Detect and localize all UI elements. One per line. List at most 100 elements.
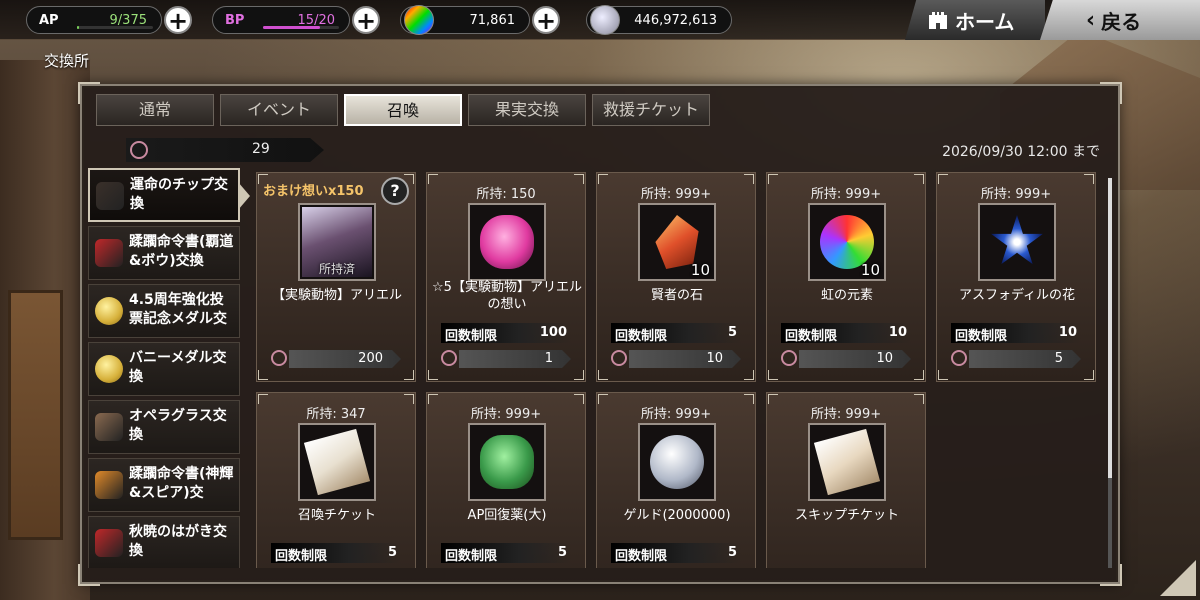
sidebar-item-fate-chip[interactable]: 運命のチップ交換	[88, 168, 240, 222]
item-quantity: 10	[690, 261, 710, 279]
scroll-red-icon	[95, 239, 123, 267]
item-frame	[808, 423, 886, 501]
exchange-item-card[interactable]: 所持: 150 ☆5【実験動物】アリエルの想い 回数制限 100 1	[426, 172, 586, 382]
medal-icon	[95, 297, 123, 325]
item-frame	[638, 423, 716, 501]
owned-count: 所持: 999+	[810, 187, 882, 202]
pink-gem-icon	[480, 215, 534, 269]
limit-label: 回数制限	[445, 329, 498, 344]
item-name: AP回復薬(大)	[467, 508, 547, 523]
sidebar-item-bunny-medal[interactable]: バニーメダル交換	[88, 342, 240, 396]
ap-meter: AP 9/375	[26, 6, 162, 34]
currency-count: 29	[252, 141, 270, 157]
limit-value: 5	[557, 545, 567, 560]
exchange-item-card[interactable]: 所持: 999+ 10 虹の元素 回数制限 10 10	[766, 172, 926, 382]
item-name: スキップチケット	[794, 508, 899, 523]
exchange-item-card[interactable]: おまけ想いx150 ? 所持済 【実験動物】アリエル 200	[256, 172, 416, 382]
cost-value: 10	[876, 351, 893, 366]
silver-coin-icon	[650, 435, 704, 489]
owned-count: 所持: 999+	[810, 407, 882, 422]
owned-tag: 所持済	[318, 262, 355, 276]
sidebar-item-order-bow[interactable]: 蹂躙命令書(覇道&ボウ)交換	[88, 226, 240, 280]
help-button[interactable]: ?	[381, 177, 409, 205]
cost-value: 10	[706, 351, 723, 366]
tab-normal[interactable]: 通常	[96, 94, 214, 126]
item-frame	[298, 423, 376, 501]
exchange-item-card[interactable]: 所持: 347 召喚チケット 回数制限 5	[256, 392, 416, 568]
scroll-thumb[interactable]	[1108, 178, 1112, 478]
cost-value: 200	[358, 351, 383, 366]
limit-value: 5	[727, 545, 737, 560]
item-frame: 10	[808, 203, 886, 281]
bp-plus-button[interactable]: +	[352, 6, 380, 35]
limit-row: 回数制限 100	[441, 323, 571, 344]
owned-count: 所持: 999+	[640, 407, 712, 422]
tab-event[interactable]: イベント	[220, 94, 338, 126]
cost-row: 1	[441, 348, 571, 370]
exchange-item-card[interactable]: 所持: 999+ ゲルド(2000000) 回数制限 5	[596, 392, 756, 568]
ap-bar-fill	[77, 26, 79, 29]
tab-summon[interactable]: 召喚	[344, 94, 462, 126]
limit-value: 100	[539, 325, 567, 340]
sidebar-item-autumn-postcard[interactable]: 秋暁のはがき交換	[88, 516, 240, 568]
sidebar-item-label: バニーメダル交換	[129, 350, 227, 385]
opera-glass-icon	[95, 413, 123, 441]
top-bar: AP 9/375 + BP 15/20 + 71,861 + 446,972,6…	[0, 0, 1200, 40]
limit-row: 回数制限 10	[951, 323, 1081, 344]
exchange-item-card[interactable]: 所持: 999+ 10 賢者の石 回数制限 5 10	[596, 172, 756, 382]
limit-label: 回数制限	[445, 549, 498, 564]
limit-label: 回数制限	[955, 329, 1008, 344]
rainbow-crystal-icon	[404, 5, 434, 35]
scroll-orange-icon	[95, 471, 123, 499]
chip-icon	[611, 350, 627, 366]
bp-meter: BP 15/20	[212, 6, 350, 34]
crystal-plus-button[interactable]: +	[532, 6, 560, 35]
cost-value: 5	[1054, 351, 1063, 366]
bp-label: BP	[225, 13, 245, 28]
cost-row: 10	[781, 348, 911, 370]
item-frame	[468, 423, 546, 501]
exchange-panel: 通常 イベント 召喚 果実交換 救援チケット 29 2026/09/30 12:…	[78, 82, 1122, 586]
item-frame: 所持済	[298, 203, 376, 281]
chip-icon	[130, 141, 148, 159]
tab-bar: 通常 イベント 召喚 果実交換 救援チケット	[96, 94, 710, 126]
tab-rescue-ticket[interactable]: 救援チケット	[592, 94, 710, 126]
panel-corner	[1100, 82, 1122, 104]
item-frame	[978, 203, 1056, 281]
money-value: 446,972,613	[634, 13, 717, 28]
castle-icon	[929, 12, 947, 29]
chip-icon	[951, 350, 967, 366]
exchange-item-card[interactable]: 所持: 999+ スキップチケット	[766, 392, 926, 568]
cost-row: 10	[611, 348, 741, 370]
limit-value: 5	[727, 325, 737, 340]
item-name: 賢者の石	[650, 288, 703, 303]
back-label: 戻る	[1101, 9, 1142, 34]
item-name: 虹の元素	[820, 288, 873, 303]
grid-scrollbar[interactable]	[1108, 178, 1112, 568]
sidebar-item-label: オペラグラス交換	[129, 408, 227, 443]
cost-row: 5	[951, 348, 1081, 370]
ap-bar-track	[77, 26, 153, 29]
bp-bar-track	[263, 26, 339, 29]
exchange-item-card[interactable]: 所持: 999+ AP回復薬(大) 回数制限 5	[426, 392, 586, 568]
item-name: 召喚チケット	[297, 508, 376, 523]
limit-row: 回数制限 5	[271, 543, 401, 564]
sidebar-item-label: 運命のチップ交換	[130, 177, 228, 212]
home-button[interactable]: ホーム	[905, 0, 1045, 40]
sidebar-item-anniversary-medal[interactable]: 4.5周年強化投票記念メダル交	[88, 284, 240, 338]
blue-flower-icon	[991, 215, 1043, 265]
sidebar-item-label: 蹂躙命令書(覇道&ボウ)交換	[129, 234, 234, 269]
exchange-item-card[interactable]: 所持: 999+ アスフォディルの花 回数制限 10 5	[936, 172, 1096, 382]
sidebar-item-order-spear[interactable]: 蹂躙命令書(神輝&スピア)交	[88, 458, 240, 512]
bonus-label: おまけ想いx150	[263, 184, 364, 199]
tab-fruit-exchange[interactable]: 果実交換	[468, 94, 586, 126]
sidebar-item-opera-glass[interactable]: オペラグラス交換	[88, 400, 240, 454]
back-button[interactable]: ‹ 戻る	[1040, 0, 1200, 40]
item-name: ゲルド(2000000)	[623, 508, 731, 523]
exchange-deadline: 2026/09/30 12:00 まで	[942, 144, 1100, 160]
item-frame	[468, 203, 546, 281]
sidebar-item-label: 4.5周年強化投票記念メダル交	[129, 292, 227, 327]
page-title: 交換所	[44, 52, 90, 70]
ap-plus-button[interactable]: +	[164, 6, 192, 35]
limit-row: 回数制限 10	[781, 323, 911, 344]
